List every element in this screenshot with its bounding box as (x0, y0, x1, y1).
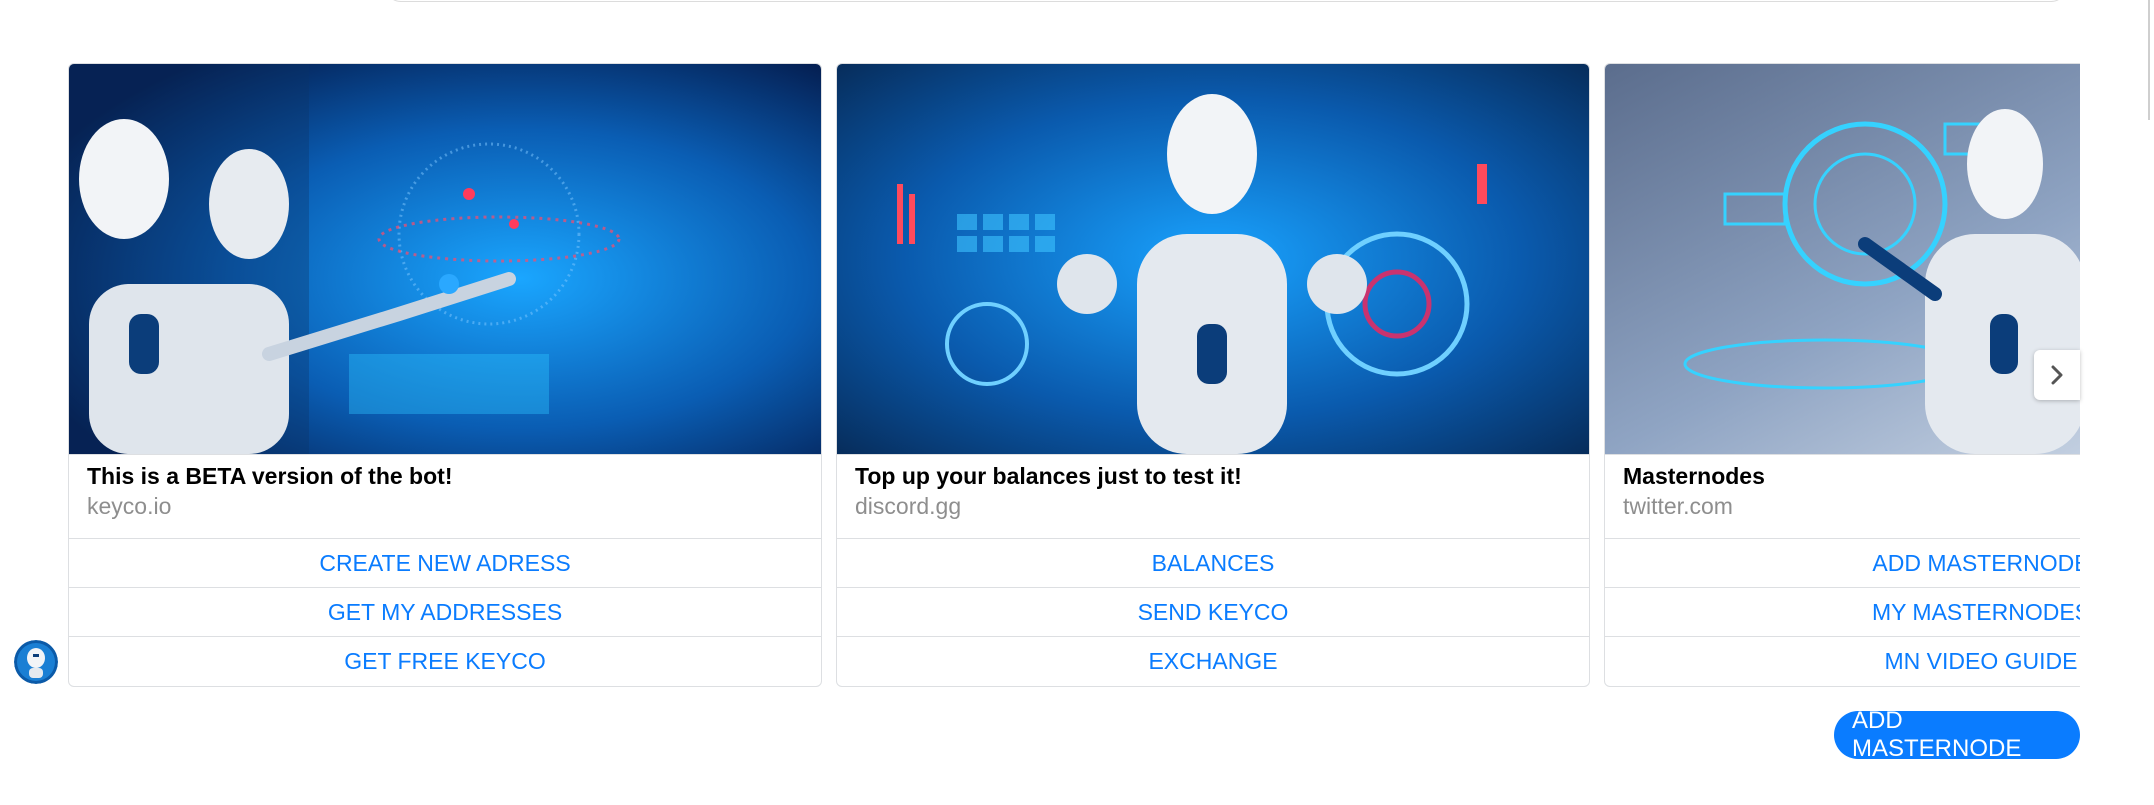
send-keyco-button[interactable]: SEND KEYCO (837, 588, 1589, 637)
robot-avatar-icon (14, 640, 58, 684)
card-image-robot-hologram (1605, 64, 2080, 455)
card-text: Masternodes twitter.com (1605, 455, 2080, 539)
card-title: Masternodes (1623, 463, 1765, 489)
page-scrollbar[interactable] (2148, 0, 2150, 120)
add-masternode-card-button[interactable]: ADD MASTERNODE (1605, 539, 2080, 588)
get-free-keyco-button[interactable]: GET FREE KEYCO (69, 637, 821, 685)
add-masternode-quick-reply[interactable]: ADD MASTERNODE (1834, 707, 2080, 762)
card-text: This is a BETA version of the bot! keyco… (69, 455, 821, 539)
create-new-address-button[interactable]: CREATE NEW ADRESS (69, 539, 821, 588)
balances-button[interactable]: BALANCES (837, 539, 1589, 588)
mn-video-guide-button[interactable]: MN VIDEO GUIDE (1605, 637, 2080, 685)
card-subtitle: discord.gg (855, 493, 962, 519)
card-subtitle: twitter.com (1623, 493, 1733, 519)
card-text: Top up your balances just to test it! di… (837, 455, 1589, 539)
carousel-card: Masternodes twitter.com ADD MASTERNODE M… (1604, 63, 2080, 687)
card-image-robot-dashboard (837, 64, 1589, 455)
card-title: Top up your balances just to test it! (855, 463, 1242, 489)
carousel-card: This is a BETA version of the bot! keyco… (68, 63, 822, 687)
message-input-edge (385, 0, 2067, 2)
card-title: This is a BETA version of the bot! (87, 463, 453, 489)
bot-avatar (14, 640, 58, 684)
exchange-button[interactable]: EXCHANGE (837, 637, 1589, 685)
carousel-next-button[interactable] (2034, 350, 2080, 400)
get-my-addresses-button[interactable]: GET MY ADDRESSES (69, 588, 821, 637)
chevron-right-icon (2051, 365, 2063, 385)
card-subtitle: keyco.io (87, 493, 172, 519)
carousel-track: This is a BETA version of the bot! keyco… (68, 63, 2080, 687)
my-masternodes-button[interactable]: MY MASTERNODES (1605, 588, 2080, 637)
card-carousel: This is a BETA version of the bot! keyco… (68, 63, 2080, 687)
card-image-robots-globe (69, 64, 821, 455)
carousel-card: Top up your balances just to test it! di… (836, 63, 1590, 687)
